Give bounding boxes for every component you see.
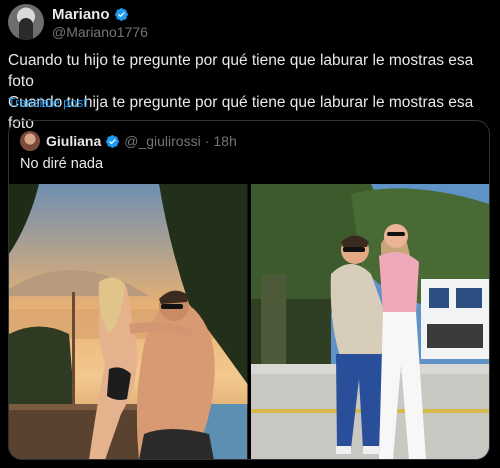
post-header: Mariano @Mariano1776 [8,4,488,40]
author-handle[interactable]: @Mariano1776 [52,24,148,40]
quoted-post-text: No diré nada [20,156,104,172]
translate-post-link[interactable]: Translate post [8,96,87,110]
quoted-media-grid [9,184,489,459]
sunset-photo-illustration [9,184,248,459]
quoted-author-name: Giuliana [46,133,102,149]
terrace-photo-illustration [250,184,489,459]
author-avatar[interactable] [8,4,44,40]
media-photo-2[interactable] [250,184,489,459]
quoted-author-handle: @_giulirossi [124,133,201,149]
author-display-name[interactable]: Mariano [52,6,110,23]
author-name-row: Mariano [52,6,129,23]
quoted-separator: · [204,133,210,149]
post-text-line-1: Cuando tu hijo te pregunte por qué tiene… [8,52,474,90]
quoted-verified-badge-icon [106,134,120,148]
quoted-post-card[interactable]: Giuliana @_giulirossi · 18h No diré nada [8,120,490,460]
verified-badge-icon [114,8,128,21]
quoted-post-header: Giuliana @_giulirossi · 18h [20,131,237,151]
quoted-author-avatar [20,131,40,151]
quoted-post-time: 18h [213,133,237,149]
media-photo-1[interactable] [9,184,248,459]
